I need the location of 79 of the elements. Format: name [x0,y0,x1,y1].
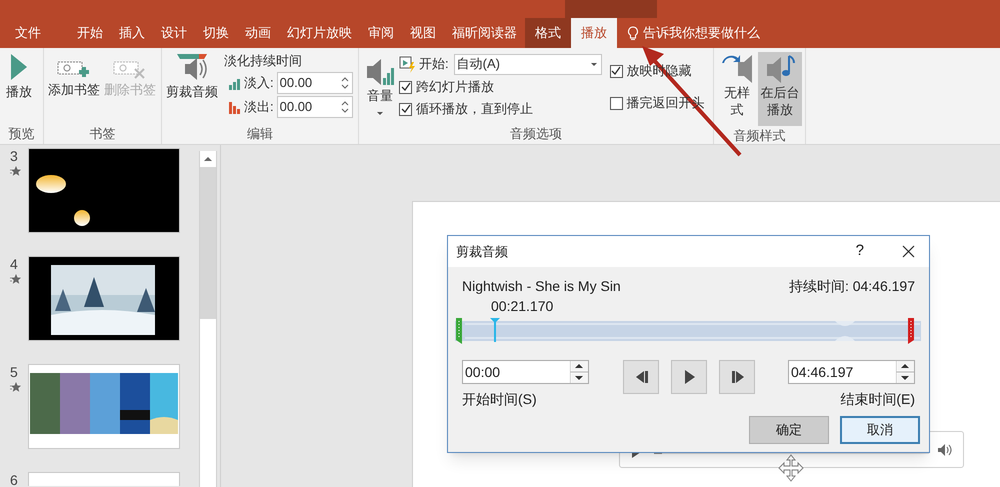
slide-number: 6 [10,472,18,486]
dialog-button[interactable]: 确定 [749,416,829,444]
slide-number: 4 [10,256,18,272]
ribbon-tab[interactable]: 文件 [0,18,56,48]
spinner-icon[interactable] [340,77,349,89]
checkmark-icon [400,104,410,114]
dropdown-icon [590,62,597,66]
transport-button[interactable] [671,360,707,394]
spinner-icon[interactable] [340,101,349,113]
tell-me-field[interactable]: 告诉我你想要做什么 [643,23,760,43]
group-label: 预览 [8,125,36,143]
ribbon-tab[interactable]: 播放 [571,18,617,48]
checkbox-label: 循环播放，直到停止 [416,100,533,118]
group-label: 编辑 [246,125,274,143]
spin-field[interactable]: 00.00 [276,72,353,94]
checkbox[interactable] [610,64,623,78]
speaker-undo-icon [722,54,752,84]
group-label: 音频样式 [732,127,786,145]
dropdown-icon [377,112,383,114]
field-label: 结束时间(E) [840,390,915,409]
slide-number: 3 [10,148,18,164]
group-label: 音频选项 [509,125,563,143]
track-name: Nightwish - She is My Sin [462,277,621,296]
volume-icon [365,56,395,86]
ribbon-button[interactable]: 播放 [0,52,38,100]
audio-style-button[interactable]: 在后台播放 [758,52,802,126]
spin-field[interactable]: 00.00 [276,96,353,118]
ribbon-tab[interactable]: 幻灯片放映 [279,18,360,48]
start-dropdown[interactable]: 自动(A) [454,54,602,74]
checkbox-label: 跨幻灯片播放 [416,78,494,96]
ribbon-button[interactable]: 剪裁音频 [166,52,218,100]
field-label: 淡入: [244,74,274,92]
field-label: 开始: [419,55,449,74]
ribbon-tab[interactable]: 插入 [111,18,153,48]
ribbon-tab[interactable]: 设计 [153,18,195,48]
ribbon-tab[interactable]: 格式 [525,18,571,48]
ribbon-tab[interactable]: 开始 [69,18,111,48]
time-field[interactable]: 00:00 [462,360,589,384]
fade-in-icon [228,76,241,90]
duration-text: 持续时间: 04:46.197 [788,277,915,296]
checkbox[interactable] [399,80,412,94]
ribbon-tab[interactable]: 审阅 [360,18,402,48]
checkmark-icon [611,66,622,76]
spinner-icon[interactable] [570,361,588,383]
ribbon-tab[interactable]: 福昕阅读器 [444,18,525,48]
help-button[interactable]: ? [856,240,864,263]
transport-button[interactable] [623,360,659,394]
playhead-marker-icon[interactable] [490,318,500,342]
ribbon-tab[interactable]: 动画 [237,18,279,48]
field-label: 开始时间(S) [462,390,537,409]
playhead-time: 00:21.170 [491,297,554,315]
volume-button[interactable]: 音量 [365,52,395,114]
audio-style-button[interactable]: 无样式 [720,52,754,126]
volume-icon[interactable] [937,442,953,456]
dialog-button[interactable]: 取消 [840,416,920,444]
checkbox[interactable] [610,96,623,110]
fade-out-icon [228,100,241,114]
scrollbar[interactable] [199,151,217,487]
dialog-title: 剪裁音频 [456,242,509,261]
start-marker-icon[interactable] [456,318,462,345]
trim-audio-icon [175,52,209,82]
close-icon[interactable] [902,245,915,258]
time-field[interactable]: 04:46.197 [788,360,915,384]
transport-button[interactable] [719,360,755,394]
ribbon-button[interactable]: 添加书签 [48,52,100,98]
ribbon-tab[interactable]: 切换 [195,18,237,48]
group-label: 书签 [88,125,116,143]
slide-number: 5 [10,364,18,380]
lightbulb-icon [627,26,639,40]
scroll-up-icon[interactable] [200,151,216,167]
ribbon-tab[interactable]: 视图 [402,18,444,48]
end-marker-icon[interactable] [908,318,914,345]
speaker-music-icon [765,54,795,84]
start-trigger-icon [399,56,416,72]
checkmark-icon [400,82,410,92]
checkbox[interactable] [399,102,412,116]
field-label: 淡出: [244,98,274,116]
spinner-icon[interactable] [896,361,914,383]
fade-duration-label: 淡化持续时间 [224,52,303,70]
